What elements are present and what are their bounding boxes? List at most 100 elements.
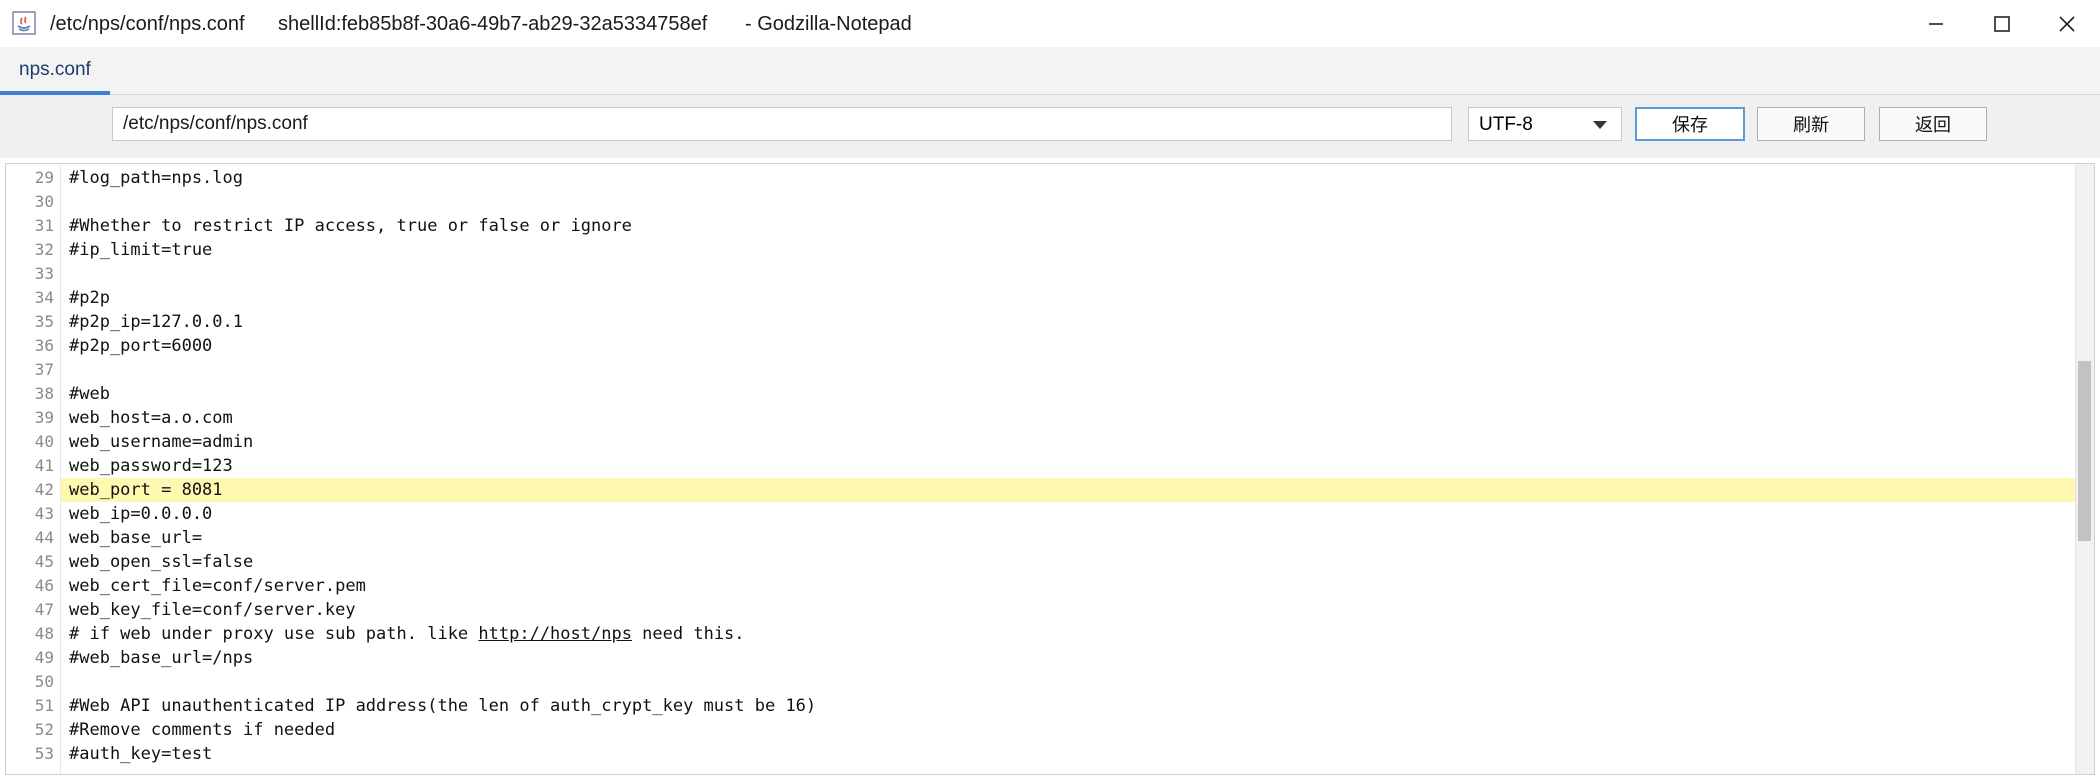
line-number: 47	[34, 600, 54, 619]
line-number: 41	[34, 456, 54, 475]
code-text: web_port = 8081	[69, 480, 223, 500]
code-line: web_open_ssl=false	[61, 550, 2076, 574]
line-number: 30	[34, 192, 54, 211]
back-button[interactable]: 返回	[1879, 107, 1987, 141]
code-line: #ip_limit=true	[61, 238, 2076, 262]
line-number: 53	[34, 744, 54, 763]
code-line: #auth_key=test	[61, 742, 2076, 766]
line-number: 52	[34, 720, 54, 739]
maximize-icon	[1994, 15, 2010, 32]
tab-strip: nps.conf	[0, 47, 2100, 95]
line-number: 44	[34, 528, 54, 547]
code-line: #Remove comments if needed	[61, 718, 2076, 742]
code-text: #Whether to restrict IP access, true or …	[69, 216, 632, 236]
code-line: #p2p_ip=127.0.0.1	[61, 310, 2076, 334]
code-text: #Web API unauthenticated IP address(the …	[69, 696, 817, 716]
chevron-down-icon	[1593, 121, 1607, 129]
code-line: #Web API unauthenticated IP address(the …	[61, 694, 2076, 718]
toolbar: UTF-8 保存 刷新 返回	[0, 95, 2100, 166]
line-number: 40	[34, 432, 54, 451]
encoding-value: UTF-8	[1479, 114, 1533, 135]
code-area[interactable]: log_level=7#log_path=nps.log#Whether to …	[61, 164, 2076, 774]
line-number: 42	[34, 480, 54, 499]
line-number: 29	[34, 168, 54, 187]
code-text: web_base_url=	[69, 528, 203, 548]
line-number: 35	[34, 312, 54, 331]
java-app-icon	[12, 11, 36, 35]
line-number: 48	[34, 624, 54, 643]
minimize-icon	[1929, 22, 1943, 25]
code-text: web_open_ssl=false	[69, 552, 254, 572]
refresh-button[interactable]: 刷新	[1757, 107, 1865, 141]
code-text: #ip_limit=true	[69, 240, 213, 260]
scrollbar-thumb[interactable]	[2078, 361, 2091, 541]
line-number-gutter: 29 30 31 32 33 34 35 36 37 38 39 40 41 42 43 44 45 46 47 48…	[6, 164, 61, 774]
code-line: #log_path=nps.log	[61, 166, 2076, 190]
line-number: 34	[34, 288, 54, 307]
code-text: web_key_file=conf/server.key	[69, 600, 356, 620]
current-line: web_port = 8081	[61, 478, 2076, 502]
code-text: #p2p	[69, 288, 110, 308]
code-line: #web	[61, 382, 2076, 406]
code-line: #p2p	[61, 286, 2076, 310]
text-editor[interactable]: 29 30 31 32 33 34 35 36 37 38 39 40 41 42 43 44 45 46 47 48…	[5, 163, 2095, 775]
code-line: web_key_file=conf/server.key	[61, 598, 2076, 622]
code-text: web_cert_file=conf/server.pem	[69, 576, 366, 596]
code-text: #p2p_ip=127.0.0.1	[69, 312, 243, 332]
maximize-button[interactable]	[1969, 0, 2035, 47]
line-number: 49	[34, 648, 54, 667]
splitter-handle[interactable]	[1041, 153, 1061, 166]
encoding-select[interactable]: UTF-8	[1468, 107, 1622, 141]
close-icon	[2059, 15, 2075, 32]
code-line: web_host=a.o.com	[61, 406, 2076, 430]
code-line: web_base_url=	[61, 526, 2076, 550]
code-line: web_ip=0.0.0.0	[61, 502, 2076, 526]
window-title-shell-id: shellId:feb85b8f-30a6-49b7-ab29-32a53347…	[278, 13, 708, 35]
line-number: 43	[34, 504, 54, 523]
code-line: # if web under proxy use sub path. like …	[61, 622, 2076, 646]
minimize-button[interactable]	[1903, 0, 1969, 47]
line-number: 32	[34, 240, 54, 259]
line-number: 33	[34, 264, 54, 283]
code-text: web_ip=0.0.0.0	[69, 504, 213, 524]
tab-nps-conf[interactable]: nps.conf	[0, 47, 110, 95]
vertical-scrollbar[interactable]	[2075, 164, 2094, 774]
line-number: 36	[34, 336, 54, 355]
window-title-app: - Godzilla-Notepad	[745, 13, 912, 35]
code-text: web_host=a.o.com	[69, 408, 233, 428]
title-bar: /etc/nps/conf/nps.conf shellId:feb85b8f-…	[0, 0, 2100, 48]
save-button[interactable]: 保存	[1635, 107, 1745, 141]
line-number: 45	[34, 552, 54, 571]
code-text: #auth_key=test	[69, 744, 213, 764]
code-line: #web_base_url=/nps	[61, 646, 2076, 670]
file-path-input[interactable]	[112, 107, 1452, 141]
code-text: web_username=admin	[69, 432, 254, 452]
close-button[interactable]	[2034, 0, 2100, 47]
code-text: #web_base_url=/nps	[69, 648, 254, 668]
code-line: web_username=admin	[61, 430, 2076, 454]
code-text: #log_path=nps.log	[69, 168, 243, 188]
line-number: 37	[34, 360, 54, 379]
url-link[interactable]: http://host/nps	[478, 624, 632, 644]
line-number: 39	[34, 408, 54, 427]
line-number: 51	[34, 696, 54, 715]
window-title-path: /etc/nps/conf/nps.conf	[50, 13, 245, 35]
code-text: #web	[69, 384, 110, 404]
line-number: 31	[34, 216, 54, 235]
code-text: #Remove comments if needed	[69, 720, 336, 740]
tab-label: nps.conf	[19, 59, 91, 80]
code-text: web_password=123	[69, 456, 233, 476]
line-number: 50	[34, 672, 54, 691]
code-line: #p2p_port=6000	[61, 334, 2076, 358]
code-line: web_cert_file=conf/server.pem	[61, 574, 2076, 598]
code-text: #p2p_port=6000	[69, 336, 213, 356]
code-line: #Whether to restrict IP access, true or …	[61, 214, 2076, 238]
code-text: # if web under proxy use sub path. like …	[69, 624, 745, 644]
line-number: 38	[34, 384, 54, 403]
line-number: 46	[34, 576, 54, 595]
code-line: web_password=123	[61, 454, 2076, 478]
